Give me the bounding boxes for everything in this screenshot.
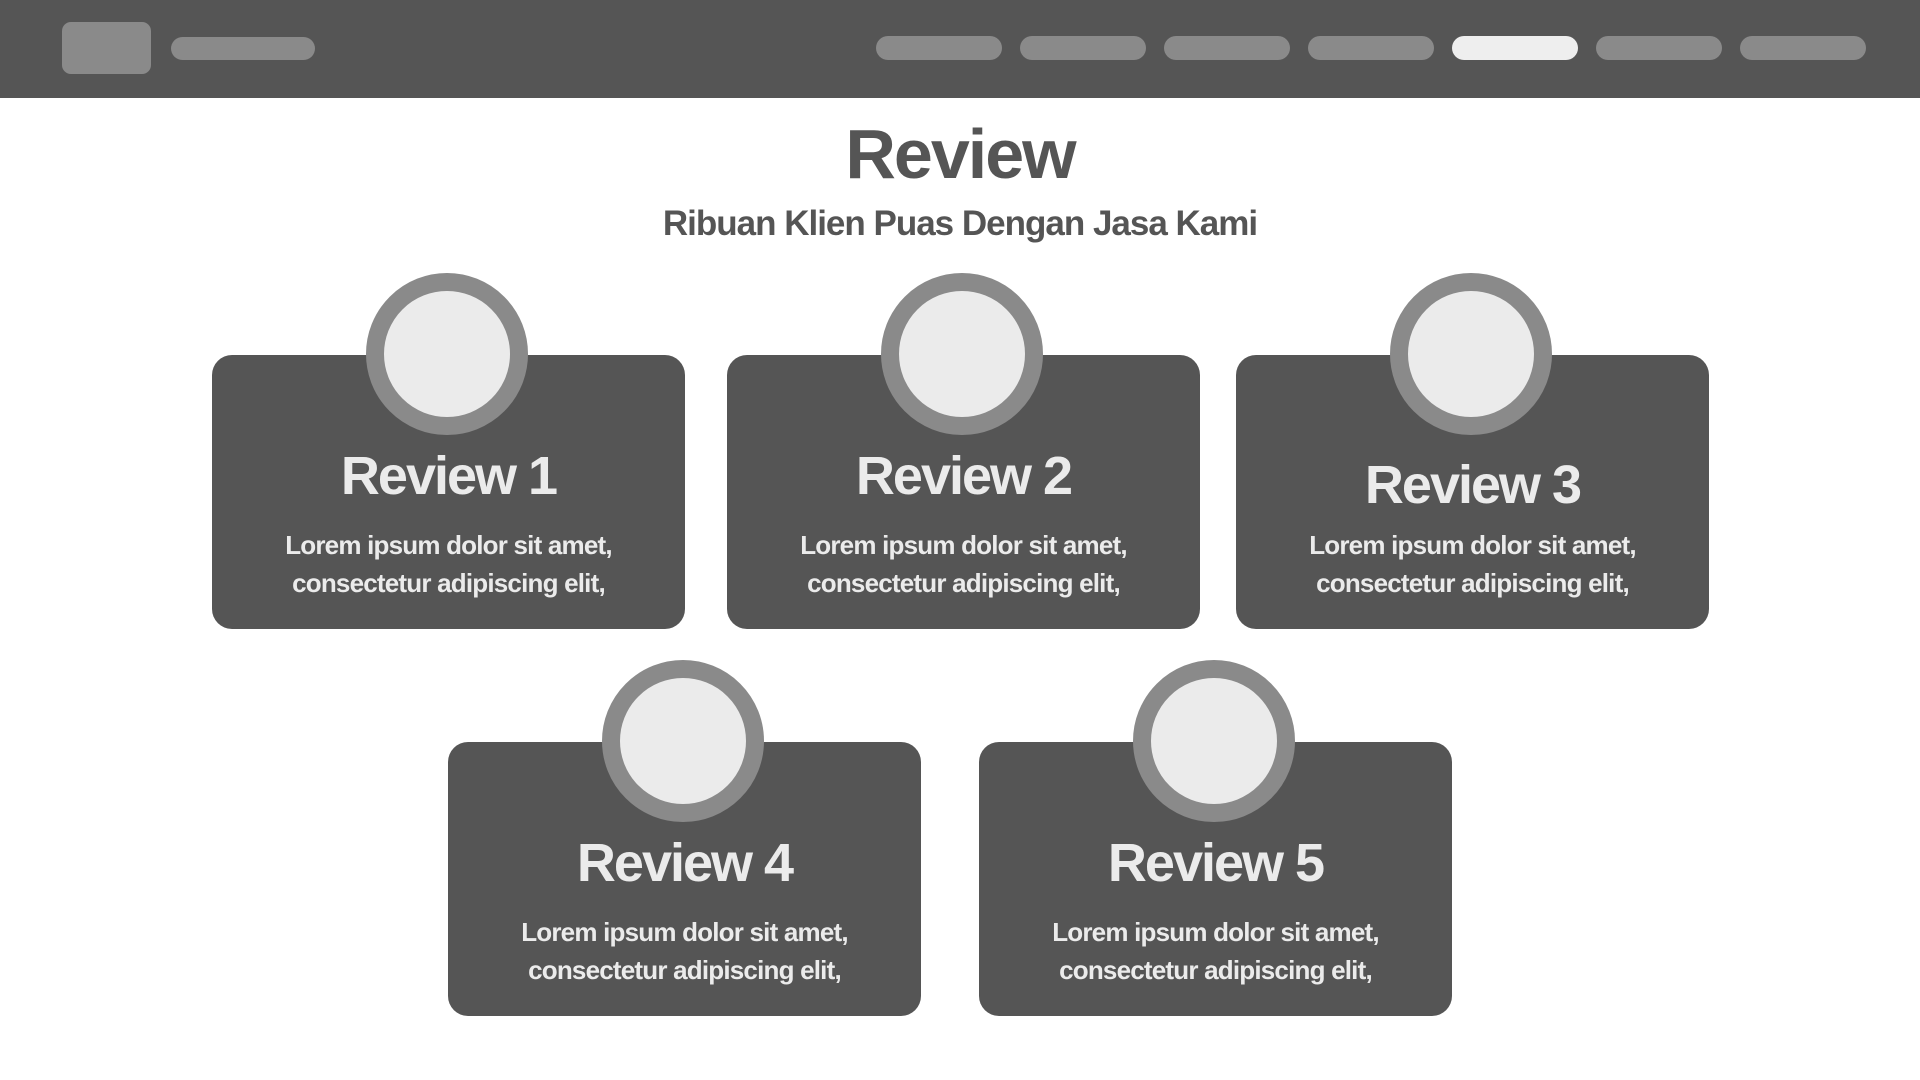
logo-placeholder[interactable]: [62, 22, 151, 74]
nav-item-2[interactable]: [1020, 36, 1146, 60]
nav-item-4[interactable]: [1308, 36, 1434, 60]
review-text: Lorem ipsum dolor sit amet, consectetur …: [727, 526, 1200, 602]
review-text-line-2: consectetur adipiscing elit,: [1316, 568, 1630, 598]
page-title: Review: [845, 115, 1076, 193]
review-text-line-2: consectetur adipiscing elit,: [528, 955, 842, 985]
nav-item-1[interactable]: [876, 36, 1002, 60]
review-card-2: Review 2 Lorem ipsum dolor sit amet, con…: [727, 273, 1200, 629]
review-text-line-2: consectetur adipiscing elit,: [1059, 955, 1373, 985]
reviewer-avatar: [881, 273, 1043, 435]
review-text: Lorem ipsum dolor sit amet, consectetur …: [448, 913, 921, 989]
review-text-line-2: consectetur adipiscing elit,: [292, 568, 606, 598]
reviewer-avatar: [1390, 273, 1552, 435]
nav-item-5-active[interactable]: [1452, 36, 1578, 60]
review-title: Review 1: [340, 446, 558, 506]
review-text-line-1: Lorem ipsum dolor sit amet,: [1052, 917, 1379, 947]
nav-menu: [876, 36, 1866, 60]
review-text-line-1: Lorem ipsum dolor sit amet,: [521, 917, 848, 947]
nav-item-7[interactable]: [1740, 36, 1866, 60]
review-card-1: Review 1 Lorem ipsum dolor sit amet, con…: [212, 273, 685, 629]
review-text-line-1: Lorem ipsum dolor sit amet,: [1309, 530, 1636, 560]
review-card-4: Review 4 Lorem ipsum dolor sit amet, con…: [448, 660, 921, 1016]
review-title: Review 3: [1364, 455, 1582, 515]
review-card-3: Review 3 Lorem ipsum dolor sit amet, con…: [1236, 273, 1709, 629]
review-text: Lorem ipsum dolor sit amet, consectetur …: [979, 913, 1452, 989]
reviewer-avatar: [366, 273, 528, 435]
review-text-line-1: Lorem ipsum dolor sit amet,: [800, 530, 1127, 560]
review-text-line-1: Lorem ipsum dolor sit amet,: [285, 530, 612, 560]
nav-item-3[interactable]: [1164, 36, 1290, 60]
navbar: [0, 0, 1920, 98]
review-title: Review 4: [576, 833, 794, 893]
review-text: Lorem ipsum dolor sit amet, consectetur …: [212, 526, 685, 602]
site-name-placeholder[interactable]: [171, 37, 315, 60]
reviewer-avatar: [1133, 660, 1295, 822]
nav-item-6[interactable]: [1596, 36, 1722, 60]
review-card-5: Review 5 Lorem ipsum dolor sit amet, con…: [979, 660, 1452, 1016]
review-title: Review 5: [1107, 833, 1325, 893]
reviewer-avatar: [602, 660, 764, 822]
page-subtitle: Ribuan Klien Puas Dengan Jasa Kami: [662, 204, 1258, 243]
review-title: Review 2: [855, 446, 1073, 506]
review-text: Lorem ipsum dolor sit amet, consectetur …: [1236, 526, 1709, 602]
review-text-line-2: consectetur adipiscing elit,: [807, 568, 1121, 598]
